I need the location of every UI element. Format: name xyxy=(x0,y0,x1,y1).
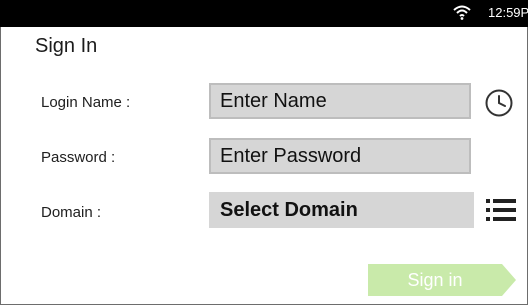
status-time: 12:59PM xyxy=(488,5,528,20)
sign-in-button[interactable]: Sign in xyxy=(368,264,516,296)
login-name-label: Login Name : xyxy=(41,94,131,111)
clock-icon[interactable] xyxy=(483,87,515,119)
sign-in-button-label: Sign in xyxy=(407,270,463,290)
domain-label: Domain : xyxy=(41,204,102,221)
page-title: Sign In xyxy=(35,35,98,57)
wifi-icon xyxy=(453,5,471,20)
menu-icon[interactable] xyxy=(486,196,516,224)
password-input[interactable]: Enter Password xyxy=(209,138,471,174)
login-name-input[interactable]: Enter Name xyxy=(209,83,471,119)
password-label: Password : xyxy=(41,149,116,166)
status-bar: 12:59PM xyxy=(0,0,528,27)
domain-select[interactable]: Select Domain xyxy=(209,192,474,228)
